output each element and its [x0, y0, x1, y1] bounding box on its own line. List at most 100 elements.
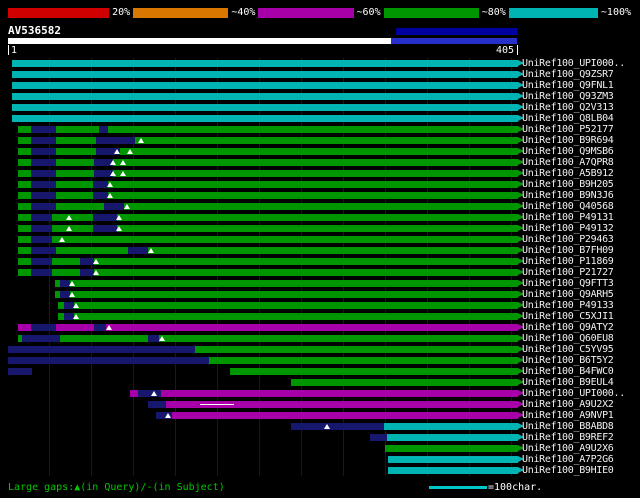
alignment-row: UniRef100_Q9ZSR7	[0, 69, 640, 80]
subject-label[interactable]: UniRef100_Q93ZM3	[522, 91, 614, 102]
subject-label[interactable]: UniRef100_A5B912	[522, 168, 614, 179]
alignment-track[interactable]	[8, 104, 524, 111]
alignment-track[interactable]	[8, 203, 524, 210]
subject-label[interactable]: UniRef100_Q9ZSR7	[522, 69, 614, 80]
ruler-tick	[517, 45, 518, 55]
alignment-track[interactable]	[8, 324, 524, 331]
subject-label[interactable]: UniRef100_B9R694	[522, 135, 614, 146]
alignment-track[interactable]	[8, 225, 524, 232]
legend-label: ~80%	[481, 6, 506, 18]
legend-segment: ~40%	[133, 6, 258, 19]
legend-label: ~40%	[231, 6, 256, 18]
subject-label[interactable]: UniRef100_B6T5Y2	[522, 355, 614, 366]
alignment-track[interactable]	[8, 170, 524, 177]
alignment-track[interactable]	[8, 236, 524, 243]
subject-label[interactable]: UniRef100_UPI000..	[522, 58, 625, 69]
alignment-track[interactable]	[8, 357, 524, 364]
subject-label[interactable]: UniRef100_UPI000..	[522, 388, 625, 399]
subject-label[interactable]: UniRef100_B9HIE0	[522, 465, 614, 476]
subject-label[interactable]: UniRef100_A7QPR8	[522, 157, 614, 168]
subject-label[interactable]: UniRef100_Q2V313	[522, 102, 614, 113]
legend-color-swatch	[383, 7, 479, 18]
subject-label[interactable]: UniRef100_P49132	[522, 223, 614, 234]
alignment-track[interactable]	[8, 291, 524, 298]
alignment-track[interactable]	[8, 137, 524, 144]
subject-label[interactable]: UniRef100_Q8LB04	[522, 113, 614, 124]
alignment-track[interactable]	[8, 269, 524, 276]
subject-label[interactable]: UniRef100_B8ABD8	[522, 421, 614, 432]
alignment-track[interactable]	[8, 346, 524, 353]
alignment-track[interactable]	[8, 302, 524, 309]
scale-line-icon	[429, 485, 487, 489]
alignment-track[interactable]	[8, 313, 524, 320]
subject-label[interactable]: UniRef100_Q9FTT3	[522, 278, 614, 289]
subject-label[interactable]: UniRef100_P52177	[522, 124, 614, 135]
subject-label[interactable]: UniRef100_P21727	[522, 267, 614, 278]
query-gap-triangle-icon	[123, 204, 130, 209]
alignment-segment	[11, 115, 518, 122]
subject-label[interactable]: UniRef100_B9N3J6	[522, 190, 614, 201]
subject-label[interactable]: UniRef100_Q9MSB6	[522, 146, 614, 157]
alignment-row: UniRef100_P49132	[0, 223, 640, 234]
alignment-track[interactable]	[8, 258, 524, 265]
subject-label[interactable]: UniRef100_Q9ATY2	[522, 322, 614, 333]
subject-label[interactable]: UniRef100_C5YV95	[522, 344, 614, 355]
subject-label[interactable]: UniRef100_A7P2G6	[522, 454, 614, 465]
subject-label[interactable]: UniRef100_B9EUL4	[522, 377, 614, 388]
alignment-track[interactable]	[8, 401, 524, 408]
alignment-row: UniRef100_P29463	[0, 234, 640, 245]
subject-label[interactable]: UniRef100_A9U2X6	[522, 443, 614, 454]
legend-segment: ~80%	[383, 6, 509, 19]
subject-label[interactable]: UniRef100_Q9ARH5	[522, 289, 614, 300]
subject-label[interactable]: UniRef100_P49133	[522, 300, 614, 311]
legend-color-swatch	[133, 7, 229, 18]
subject-label[interactable]: UniRef100_B9H205	[522, 179, 614, 190]
alignment-track[interactable]	[8, 423, 524, 430]
legend-color-swatch	[258, 7, 354, 18]
alignment-track[interactable]	[8, 148, 524, 155]
alignment-segment	[11, 93, 518, 100]
alignment-track[interactable]	[8, 181, 524, 188]
alignment-track[interactable]	[8, 379, 524, 386]
alignment-row: UniRef100_C5YV95	[0, 344, 640, 355]
subject-label[interactable]: UniRef100_A9NVP1	[522, 410, 614, 421]
alignment-track[interactable]	[8, 126, 524, 133]
alignment-row: UniRef100_P52177	[0, 124, 640, 135]
subject-label[interactable]: UniRef100_P11869	[522, 256, 614, 267]
alignment-segment	[58, 302, 518, 309]
alignment-track[interactable]	[8, 280, 524, 287]
alignment-track[interactable]	[8, 192, 524, 199]
subject-label[interactable]: UniRef100_P49131	[522, 212, 614, 223]
subject-label[interactable]: UniRef100_Q9FNL1	[522, 80, 614, 91]
alignment-segment	[130, 390, 518, 397]
alignment-track[interactable]	[8, 159, 524, 166]
subject-label[interactable]: UniRef100_Q40568	[522, 201, 614, 212]
similarity-legend: 20% ~40% ~60% ~80% ~100%	[8, 6, 634, 19]
gap-segment	[127, 247, 149, 254]
alignment-track[interactable]	[8, 467, 524, 474]
alignment-track[interactable]	[8, 390, 524, 397]
alignment-segment	[11, 71, 518, 78]
subject-label[interactable]: UniRef100_B4FWC0	[522, 366, 614, 377]
alignment-track[interactable]	[8, 93, 524, 100]
alignment-track[interactable]	[8, 434, 524, 441]
alignment-track[interactable]	[8, 335, 524, 342]
subject-label[interactable]: UniRef100_B7FH09	[522, 245, 614, 256]
alignment-track[interactable]	[8, 115, 524, 122]
alignment-track[interactable]	[8, 456, 524, 463]
alignment-track[interactable]	[8, 214, 524, 221]
subject-label[interactable]: UniRef100_P29463	[522, 234, 614, 245]
alignment-track[interactable]	[8, 368, 524, 375]
subject-label[interactable]: UniRef100_Q60EU8	[522, 333, 614, 344]
alignment-track[interactable]	[8, 82, 524, 89]
subject-label[interactable]: UniRef100_C5XJI1	[522, 311, 614, 322]
gap-segment	[30, 148, 56, 155]
alignment-track[interactable]	[8, 247, 524, 254]
alignment-track[interactable]	[8, 412, 524, 419]
alignment-row: UniRef100_P11869	[0, 256, 640, 267]
alignment-track[interactable]	[8, 445, 524, 452]
alignment-track[interactable]	[8, 60, 524, 67]
subject-label[interactable]: UniRef100_A9U2X2	[522, 399, 614, 410]
alignment-track[interactable]	[8, 71, 524, 78]
subject-label[interactable]: UniRef100_B9REF2	[522, 432, 614, 443]
